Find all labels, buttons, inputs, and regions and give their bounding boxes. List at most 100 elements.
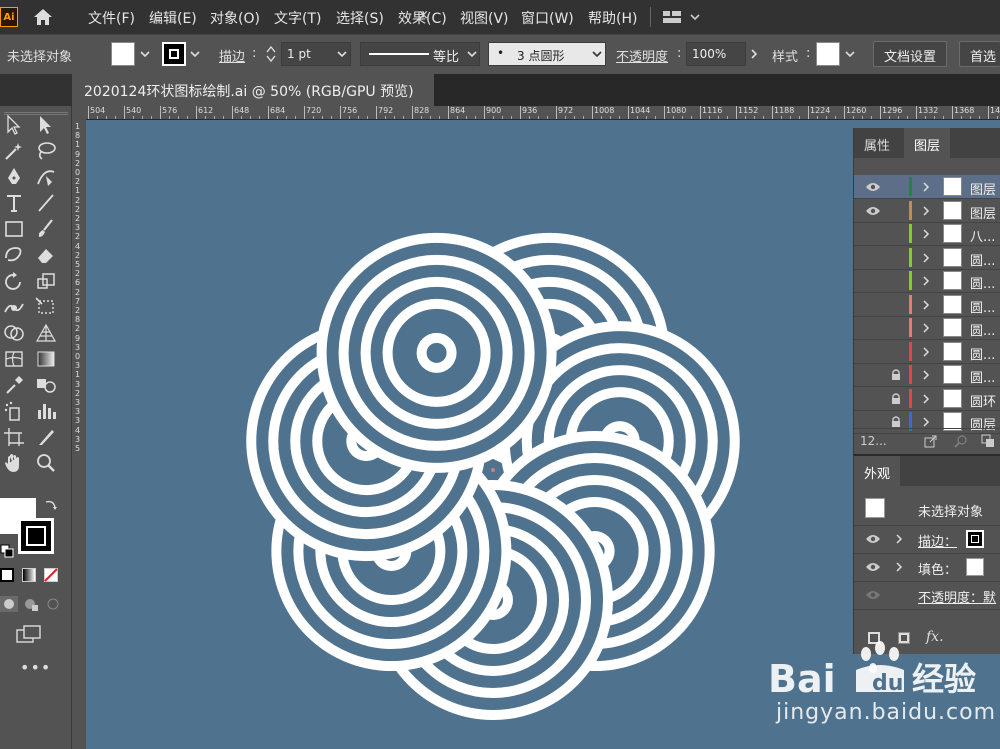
tab-appearance[interactable]: 外观 [854,456,901,486]
stroke-swatch[interactable] [162,42,186,66]
eye-icon[interactable] [865,533,881,545]
color-mode-button[interactable] [0,568,14,582]
chevron-right-icon[interactable] [921,299,931,311]
appearance-fill-row[interactable]: 填色： [854,554,1000,582]
chevron-down-icon[interactable] [335,47,349,61]
eye-icon[interactable] [865,561,881,573]
lasso-tool-icon[interactable] [34,140,58,162]
swap-fill-stroke-icon[interactable] [44,498,58,512]
hand-tool-icon[interactable] [2,452,26,474]
variable-width-profile[interactable]: 等比 [360,42,480,66]
menu-help[interactable]: 帮助(H) [588,8,637,28]
lock-icon[interactable] [891,392,901,404]
menu-view[interactable]: 视图(V) [460,8,509,28]
tab-layers[interactable]: 图层 [904,128,951,158]
eraser-tool-icon[interactable] [34,244,58,266]
layer-row[interactable]: 八... [854,222,1000,246]
eye-icon[interactable] [865,181,881,193]
chevron-right-icon[interactable] [921,322,931,334]
appearance-fill-label[interactable]: 填色： [918,559,957,578]
perspective-grid-tool-icon[interactable] [34,322,58,344]
menu-object[interactable]: 对象(O) [210,8,260,28]
none-mode-button[interactable] [44,568,58,582]
layer-row[interactable]: 圆... [854,246,1000,270]
symbol-sprayer-tool-icon[interactable] [2,400,26,422]
fill-swatch[interactable] [111,42,135,66]
opacity-label[interactable]: 不透明度 [616,46,668,65]
preferences-button[interactable]: 首选 [959,41,1000,67]
scale-tool-icon[interactable] [34,270,58,292]
shape-builder-tool-icon[interactable] [2,322,26,344]
lock-icon[interactable] [891,415,901,427]
chevron-right-icon[interactable] [921,205,931,217]
visibility-toggle[interactable] [862,295,884,313]
duplicate-layer-icon[interactable] [981,434,995,448]
free-transform-tool-icon[interactable] [34,296,58,318]
stepper-icon[interactable] [265,44,277,64]
default-fill-stroke-icon[interactable] [0,544,14,558]
curvature-tool-icon[interactable] [34,166,58,188]
layer-row[interactable]: 圆... [854,340,1000,364]
rectangle-tool-icon[interactable] [2,218,26,240]
screen-mode-icon[interactable] [16,624,42,644]
chevron-right-icon[interactable] [921,393,931,405]
appearance-stroke-row[interactable]: 描边： [854,526,1000,554]
layer-row[interactable]: 圆... [854,293,1000,317]
home-icon[interactable] [33,8,53,26]
stroke-color-box[interactable] [18,518,54,554]
shaper-tool-icon[interactable] [2,244,26,266]
close-tab-icon[interactable]: × [418,8,430,23]
artboard-tool-icon[interactable] [2,426,26,448]
tab-properties[interactable]: 属性 [854,128,900,158]
eye-icon[interactable] [865,205,881,217]
rotate-tool-icon[interactable] [2,270,26,292]
slice-tool-icon[interactable] [34,426,58,448]
magic-wand-tool-icon[interactable] [2,140,26,162]
visibility-toggle[interactable] [862,389,884,407]
chevron-right-icon[interactable] [921,369,931,381]
line-tool-icon[interactable] [34,192,58,214]
chevron-right-icon[interactable] [921,228,931,240]
chevron-down-icon[interactable] [843,47,857,61]
visibility-toggle[interactable] [862,365,884,383]
chevron-right-icon[interactable] [747,47,761,61]
chevron-right-icon[interactable] [894,533,904,545]
visibility-toggle[interactable] [862,342,884,360]
layer-row[interactable]: 图层 [854,199,1000,223]
paintbrush-tool-icon[interactable] [34,218,58,240]
selection-tool-icon[interactable] [2,114,26,136]
warp-tool-icon[interactable] [2,296,26,318]
search-icon[interactable] [954,434,968,448]
visibility-toggle[interactable] [862,318,884,336]
graphic-style-swatch[interactable] [816,42,840,66]
draw-behind-icon[interactable] [22,596,40,612]
chevron-right-icon[interactable] [921,252,931,264]
appearance-stroke-swatch[interactable] [966,530,984,548]
layer-row[interactable]: 圆... [854,363,1000,387]
chevron-right-icon[interactable] [921,416,931,428]
menu-type[interactable]: 文字(T) [274,8,321,28]
stroke-label[interactable]: 描边 [219,46,245,65]
blend-tool-icon[interactable] [34,374,58,396]
chevron-right-icon[interactable] [921,275,931,287]
draw-inside-icon[interactable] [44,596,62,612]
appearance-opacity-label[interactable]: 不透明度：默 [918,587,996,606]
layer-row[interactable]: 圆环 [854,387,1000,411]
menu-window[interactable]: 窗口(W) [521,8,574,28]
type-tool-icon[interactable] [2,192,26,214]
document-tab[interactable]: 2020124环状图标绘制.ai @ 50% (RGB/GPU 预览) [72,74,434,106]
pen-tool-icon[interactable] [2,166,26,188]
eyedropper-tool-icon[interactable] [2,374,26,396]
workspace-switcher-icon[interactable] [663,9,703,25]
mesh-tool-icon[interactable] [2,348,26,370]
chevron-right-icon[interactable] [921,181,931,193]
layer-row[interactable]: 圆... [854,316,1000,340]
direct-selection-tool-icon[interactable] [34,114,58,136]
lock-icon[interactable] [891,368,901,380]
layer-row[interactable]: 圆... [854,269,1000,293]
draw-normal-icon[interactable] [0,596,18,612]
eye-icon[interactable] [865,589,881,601]
brush-definition[interactable]: • 3 点圆形 [488,42,606,66]
chevron-down-icon[interactable] [465,47,479,61]
chevron-right-icon[interactable] [921,346,931,358]
